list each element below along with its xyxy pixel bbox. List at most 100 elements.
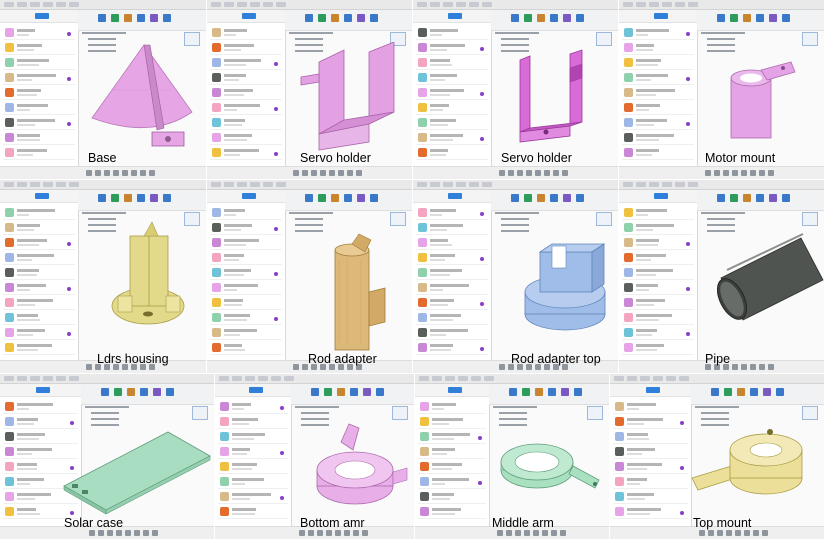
design-file-row[interactable] <box>622 281 694 295</box>
timeline-control-icon[interactable] <box>699 530 705 536</box>
toolbar-tool-icon[interactable] <box>737 388 745 396</box>
browser-tree-node[interactable] <box>501 38 529 40</box>
design-file-row[interactable] <box>622 86 694 100</box>
toolbar-tool-icon[interactable] <box>124 194 132 202</box>
browser-tree-node[interactable] <box>295 224 323 226</box>
design-file-row[interactable] <box>218 490 288 504</box>
design-file-row[interactable] <box>3 41 75 55</box>
toolbar-tool-icon[interactable] <box>153 388 161 396</box>
toolbar-tool-icon[interactable] <box>98 14 106 22</box>
design-file-row[interactable] <box>418 400 486 414</box>
design-file-row[interactable] <box>622 146 694 160</box>
timeline-control-icon[interactable] <box>744 530 750 536</box>
timeline-control-icon[interactable] <box>143 530 149 536</box>
toolbar-tool-icon[interactable] <box>318 194 326 202</box>
viewcube-icon[interactable] <box>802 32 818 46</box>
title-bar-control[interactable] <box>56 182 66 187</box>
design-file-row[interactable] <box>418 415 486 429</box>
design-file-row[interactable] <box>3 311 75 325</box>
timeline-control-icon[interactable] <box>89 530 95 536</box>
design-file-row[interactable] <box>418 490 486 504</box>
toolbar-tool-icon[interactable] <box>324 388 332 396</box>
toolbar-tool-icon[interactable] <box>550 14 558 22</box>
title-bar-control[interactable] <box>675 2 685 7</box>
design-file-row[interactable] <box>3 206 75 220</box>
toolbar-tool-icon[interactable] <box>337 388 345 396</box>
design-file-row[interactable] <box>613 460 688 474</box>
design-file-row[interactable] <box>3 266 75 280</box>
design-file-row[interactable] <box>622 296 694 310</box>
timeline-control-icon[interactable] <box>735 530 741 536</box>
timeline-control-icon[interactable] <box>317 530 323 536</box>
toolbar-tool-icon[interactable] <box>574 388 582 396</box>
timeline-control-icon[interactable] <box>86 170 92 176</box>
timeline-control-icon[interactable] <box>499 364 505 370</box>
toolbar-tool-icon[interactable] <box>782 194 790 202</box>
design-file-row[interactable] <box>622 206 694 220</box>
browser-tree-node[interactable] <box>701 212 745 214</box>
design-file-row[interactable] <box>622 56 694 70</box>
design-file-row[interactable] <box>418 505 486 519</box>
title-bar-control[interactable] <box>469 2 479 7</box>
design-file-row[interactable] <box>622 101 694 115</box>
toolbar-tool-icon[interactable] <box>769 14 777 22</box>
timeline-control-icon[interactable] <box>759 364 765 370</box>
upload-button[interactable] <box>654 13 668 19</box>
title-bar-control[interactable] <box>276 182 286 187</box>
toolbar-tool-icon[interactable] <box>576 194 584 202</box>
timeline-control-icon[interactable] <box>98 530 104 536</box>
design-file-row[interactable] <box>3 341 75 355</box>
browser-tree-node[interactable] <box>295 218 323 220</box>
title-bar-control[interactable] <box>653 376 663 381</box>
viewcube-icon[interactable] <box>596 32 612 46</box>
toolbar-tool-icon[interactable] <box>782 14 790 22</box>
viewcube-icon[interactable] <box>596 212 612 226</box>
title-bar-control[interactable] <box>4 376 14 381</box>
timeline-control-icon[interactable] <box>717 530 723 536</box>
title-bar-control[interactable] <box>688 2 698 7</box>
title-bar-control[interactable] <box>237 2 247 7</box>
title-bar-control[interactable] <box>688 182 698 187</box>
timeline-control-icon[interactable] <box>116 530 122 536</box>
title-bar-control[interactable] <box>245 376 255 381</box>
design-file-row[interactable] <box>416 236 488 250</box>
timeline-control-icon[interactable] <box>326 530 332 536</box>
timeline-control-icon[interactable] <box>293 170 299 176</box>
title-bar-control[interactable] <box>69 376 79 381</box>
design-file-row[interactable] <box>3 26 75 40</box>
design-file-row[interactable] <box>3 116 75 130</box>
toolbar-tool-icon[interactable] <box>511 14 519 22</box>
timeline-control-icon[interactable] <box>338 170 344 176</box>
timeline-control-icon[interactable] <box>768 170 774 176</box>
timeline-control-icon[interactable] <box>107 530 113 536</box>
design-file-row[interactable] <box>3 71 75 85</box>
title-bar-control[interactable] <box>627 376 637 381</box>
design-file-row[interactable] <box>622 326 694 340</box>
timeline-control-icon[interactable] <box>320 170 326 176</box>
design-file-row[interactable] <box>416 266 488 280</box>
timeline-control-icon[interactable] <box>551 530 557 536</box>
browser-tree-node[interactable] <box>289 32 333 34</box>
toolbar-tool-icon[interactable] <box>363 388 371 396</box>
design-file-row[interactable] <box>416 41 488 55</box>
title-bar-control[interactable] <box>640 376 650 381</box>
toolbar-tool-icon[interactable] <box>548 388 556 396</box>
timeline-control-icon[interactable] <box>732 170 738 176</box>
design-file-row[interactable] <box>416 71 488 85</box>
timeline-control-icon[interactable] <box>705 170 711 176</box>
design-file-row[interactable] <box>416 296 488 310</box>
design-file-row[interactable] <box>416 26 488 40</box>
toolbar-tool-icon[interactable] <box>724 388 732 396</box>
title-bar-control[interactable] <box>17 2 27 7</box>
title-bar-control[interactable] <box>211 2 221 7</box>
toolbar-tool-icon[interactable] <box>163 14 171 22</box>
title-bar-control[interactable] <box>417 182 427 187</box>
design-file-row[interactable] <box>613 475 688 489</box>
design-file-row[interactable] <box>613 430 688 444</box>
timeline-control-icon[interactable] <box>533 530 539 536</box>
upload-button[interactable] <box>35 193 49 199</box>
title-bar-control[interactable] <box>662 182 672 187</box>
title-bar-control[interactable] <box>56 376 66 381</box>
design-file-row[interactable] <box>416 146 488 160</box>
design-file-row[interactable] <box>218 445 288 459</box>
